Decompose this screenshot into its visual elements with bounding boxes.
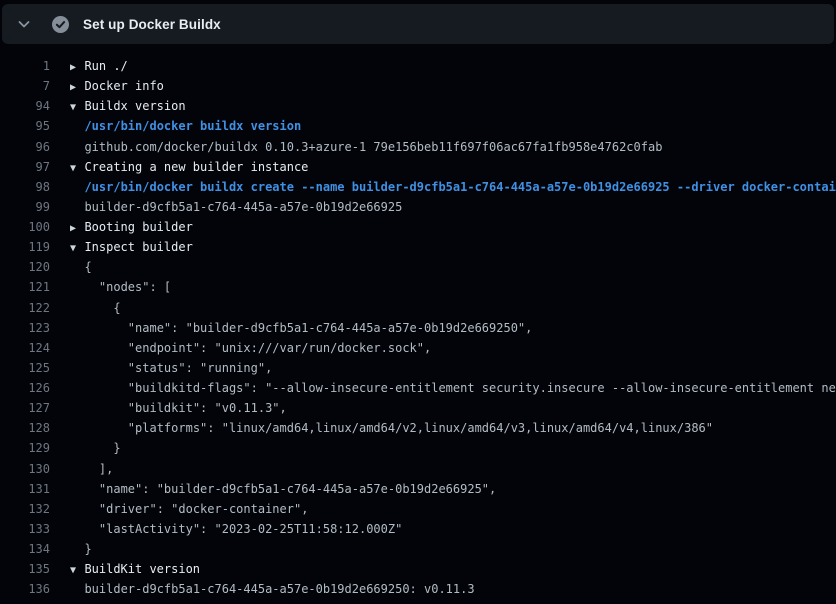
line-number[interactable]: 96	[0, 137, 50, 157]
log-line-text: "endpoint": "unix:///var/run/docker.sock…	[50, 338, 431, 358]
line-number[interactable]: 124	[0, 338, 50, 358]
line-number[interactable]: 134	[0, 539, 50, 559]
line-number[interactable]: 120	[0, 257, 50, 277]
line-number[interactable]: 121	[0, 277, 50, 297]
log-line-text: }	[50, 438, 121, 458]
log-line-text[interactable]: ▼Creating a new builder instance	[50, 157, 308, 177]
log-line: 94 ▼Buildx version	[0, 96, 836, 116]
line-number[interactable]: 136	[0, 579, 50, 599]
log-line: 95 /usr/bin/docker buildx version	[0, 116, 836, 136]
group-toggle-icon: ▶	[70, 58, 84, 78]
log-line: 123 "name": "builder-d9cfb5a1-c764-445a-…	[0, 318, 836, 338]
log-line-text[interactable]: ▶Docker info	[50, 76, 164, 96]
log-line: 134 }	[0, 539, 836, 559]
log-line-text[interactable]: ▶Booting builder	[50, 217, 193, 237]
log-line: 97 ▼Creating a new builder instance	[0, 157, 836, 177]
line-number[interactable]: 7	[0, 76, 50, 96]
log-line-text[interactable]: ▼Inspect builder	[50, 237, 193, 257]
line-number[interactable]: 95	[0, 116, 50, 136]
log-line-text: "platforms": "linux/amd64,linux/amd64/v2…	[50, 418, 713, 438]
log-line: 128 "platforms": "linux/amd64,linux/amd6…	[0, 418, 836, 438]
line-number[interactable]: 119	[0, 237, 50, 257]
log-line-text: "status": "running",	[50, 358, 272, 378]
group-toggle-icon: ▼	[70, 239, 84, 259]
group-toggle-icon: ▼	[70, 159, 84, 179]
log-line-text: /usr/bin/docker buildx create --name bui…	[50, 177, 836, 197]
log-line: 122 {	[0, 298, 836, 318]
log-line: 132 "driver": "docker-container",	[0, 499, 836, 519]
log-line-text: github.com/docker/buildx 0.10.3+azure-1 …	[50, 137, 662, 157]
log-container: 1 ▶Run ./ 7 ▶Docker info 94 ▼Buildx vers…	[0, 44, 836, 599]
line-number[interactable]: 125	[0, 358, 50, 378]
log-line-text: "nodes": [	[50, 277, 171, 297]
step-title: Set up Docker Buildx	[83, 17, 221, 32]
line-number[interactable]: 132	[0, 499, 50, 519]
log-line: 126 "buildkitd-flags": "--allow-insecure…	[0, 378, 836, 398]
log-line: 131 "name": "builder-d9cfb5a1-c764-445a-…	[0, 479, 836, 499]
log-line-text: /usr/bin/docker buildx version	[50, 116, 301, 136]
log-line-text[interactable]: ▼BuildKit version	[50, 559, 200, 579]
check-circle-icon	[52, 16, 69, 33]
line-number[interactable]: 1	[0, 56, 50, 76]
line-number[interactable]: 94	[0, 96, 50, 116]
log-line: 96 github.com/docker/buildx 0.10.3+azure…	[0, 137, 836, 157]
log-line: 98 /usr/bin/docker buildx create --name …	[0, 177, 836, 197]
log-line: 133 "lastActivity": "2023-02-25T11:58:12…	[0, 519, 836, 539]
log-line-text: "driver": "docker-container",	[50, 499, 308, 519]
line-number[interactable]: 128	[0, 418, 50, 438]
line-number[interactable]: 99	[0, 197, 50, 217]
log-line: 119 ▼Inspect builder	[0, 237, 836, 257]
line-number[interactable]: 129	[0, 438, 50, 458]
log-line: 124 "endpoint": "unix:///var/run/docker.…	[0, 338, 836, 358]
log-line: 121 "nodes": [	[0, 277, 836, 297]
log-line: 127 "buildkit": "v0.11.3",	[0, 398, 836, 418]
line-number[interactable]: 127	[0, 398, 50, 418]
line-number[interactable]: 97	[0, 157, 50, 177]
chevron-down-icon[interactable]	[16, 16, 32, 32]
log-line-text[interactable]: ▶Run ./	[50, 56, 128, 76]
group-toggle-icon: ▼	[70, 561, 84, 581]
log-line-text: }	[50, 539, 92, 559]
log-line-text[interactable]: ▼Buildx version	[50, 96, 186, 116]
log-line: 99 builder-d9cfb5a1-c764-445a-a57e-0b19d…	[0, 197, 836, 217]
log-line: 120 {	[0, 257, 836, 277]
log-line-text: ],	[50, 459, 113, 479]
log-line: 125 "status": "running",	[0, 358, 836, 378]
group-toggle-icon: ▶	[70, 219, 84, 239]
line-number[interactable]: 131	[0, 479, 50, 499]
line-number[interactable]: 133	[0, 519, 50, 539]
line-number[interactable]: 122	[0, 298, 50, 318]
log-line-text: builder-d9cfb5a1-c764-445a-a57e-0b19d2e6…	[50, 197, 402, 217]
log-line: 1 ▶Run ./	[0, 56, 836, 76]
line-number[interactable]: 126	[0, 378, 50, 398]
line-number[interactable]: 123	[0, 318, 50, 338]
line-number[interactable]: 130	[0, 459, 50, 479]
log-line: 129 }	[0, 438, 836, 458]
log-line-text: "name": "builder-d9cfb5a1-c764-445a-a57e…	[50, 479, 496, 499]
log-line-text: "name": "builder-d9cfb5a1-c764-445a-a57e…	[50, 318, 532, 338]
log-line: 7 ▶Docker info	[0, 76, 836, 96]
group-toggle-icon: ▼	[70, 98, 84, 118]
line-number[interactable]: 100	[0, 217, 50, 237]
log-line-text: builder-d9cfb5a1-c764-445a-a57e-0b19d2e6…	[50, 579, 475, 599]
line-number[interactable]: 135	[0, 559, 50, 579]
log-line: 136 builder-d9cfb5a1-c764-445a-a57e-0b19…	[0, 579, 836, 599]
log-line: 135 ▼BuildKit version	[0, 559, 836, 579]
log-line-text: "buildkitd-flags": "--allow-insecure-ent…	[50, 378, 836, 398]
log-line-text: {	[50, 298, 121, 318]
line-number[interactable]: 98	[0, 177, 50, 197]
group-toggle-icon: ▶	[70, 78, 84, 98]
step-header[interactable]: Set up Docker Buildx	[2, 4, 834, 44]
log-line-text: {	[50, 257, 92, 277]
log-line-text: "buildkit": "v0.11.3",	[50, 398, 287, 418]
log-line: 130 ],	[0, 459, 836, 479]
log-line-text: "lastActivity": "2023-02-25T11:58:12.000…	[50, 519, 402, 539]
log-line: 100 ▶Booting builder	[0, 217, 836, 237]
